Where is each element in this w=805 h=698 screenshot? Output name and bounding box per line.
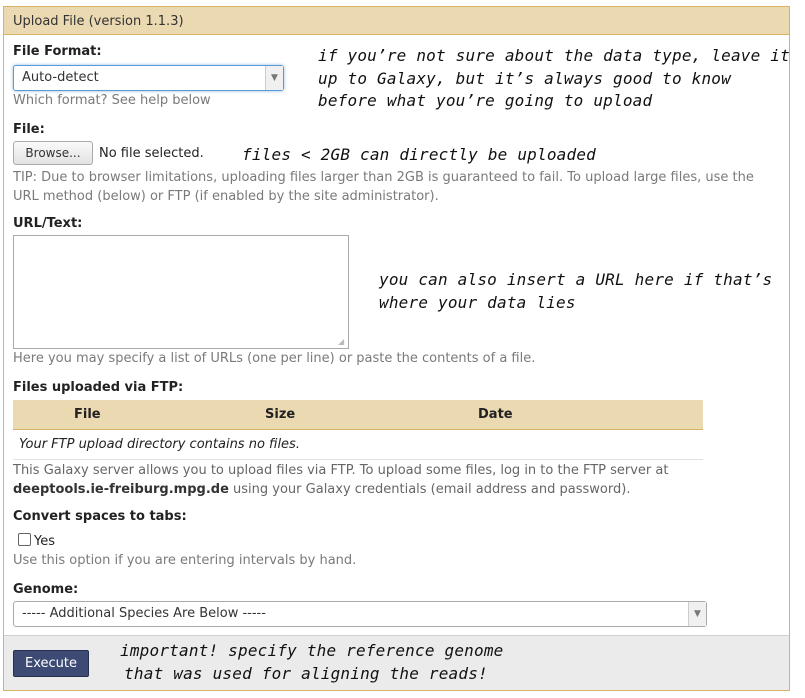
url-text-help: Here you may specify a list of URLs (one… (13, 351, 536, 366)
ftp-table-header: File Size Date (13, 400, 703, 430)
ftp-server: deeptools.ie-freiburg.mpg.de (13, 482, 229, 497)
tip-line: TIP: Due to browser limitations, uploadi… (13, 170, 754, 185)
execute-button[interactable]: Execute (13, 650, 89, 677)
resize-grip-icon[interactable]: ◢ (338, 338, 346, 346)
annotation-line: if you’re not sure about the data type, … (318, 46, 790, 65)
annotation-line: before what you’re going to upload (318, 91, 653, 110)
column-size: Size (265, 407, 296, 422)
convert-help: Use this option if you are entering inte… (13, 553, 357, 568)
chevron-down-icon[interactable]: ▼ (265, 66, 283, 90)
file-format-label: File Format: (13, 44, 102, 59)
ftp-info-rest: using your Galaxy credentials (email add… (228, 482, 631, 497)
annotation-line: up to Galaxy, but it’s always good to kn… (318, 68, 731, 88)
convert-yes-label[interactable]: Yes (34, 534, 55, 549)
annotation-line: important! specify the reference genome (120, 641, 504, 660)
ftp-info-line: deeptools.ie-freiburg.mpg.de using your … (13, 480, 668, 499)
file-format-selected: Auto-detect (22, 70, 99, 85)
convert-label: Convert spaces to tabs: (13, 509, 187, 524)
genome-annotation: important! specify the reference genome … (120, 640, 504, 685)
file-status: No file selected. (99, 146, 204, 161)
genome-select[interactable]: ----- Additional Species Are Below -----… (13, 601, 707, 627)
file-format-select[interactable]: Auto-detect ▼ (13, 65, 284, 91)
column-file: File (74, 407, 101, 422)
upload-file-panel: Upload File (version 1.1.3) File Format:… (3, 6, 790, 691)
file-format-help: Which format? See help below (13, 93, 211, 108)
genome-selected: ----- Additional Species Are Below ----- (22, 606, 266, 621)
convert-yes-checkbox[interactable] (18, 533, 31, 546)
url-annotation: you can also insert a URL here if that’s… (379, 269, 772, 314)
file-tip: TIP: Due to browser limitations, uploadi… (13, 168, 754, 206)
file-label: File: (13, 122, 45, 137)
url-text-label: URL/Text: (13, 216, 83, 231)
ftp-info-line: This Galaxy server allows you to upload … (13, 463, 669, 478)
annotation-line: where your data lies (379, 292, 576, 312)
ftp-info: This Galaxy server allows you to upload … (13, 461, 668, 499)
ftp-empty-row: Your FTP upload directory contains no fi… (13, 430, 703, 460)
browse-button[interactable]: Browse... (13, 141, 93, 165)
file-format-annotation: if you’re not sure about the data type, … (318, 45, 790, 113)
annotation-line: you can also insert a URL here if that’s (379, 270, 773, 289)
tip-line: URL method (below) or FTP (if enabled by… (13, 189, 439, 204)
genome-label: Genome: (13, 582, 79, 597)
annotation-line: that was used for aligning the reads! (124, 663, 488, 683)
chevron-down-icon[interactable]: ▼ (688, 602, 706, 626)
column-date: Date (478, 407, 513, 422)
ftp-label: Files uploaded via FTP: (13, 380, 184, 395)
file-annotation: files < 2GB can directly be uploaded (242, 145, 596, 164)
url-text-textarea[interactable]: ◢ (13, 235, 349, 349)
panel-title: Upload File (version 1.1.3) (4, 7, 789, 35)
